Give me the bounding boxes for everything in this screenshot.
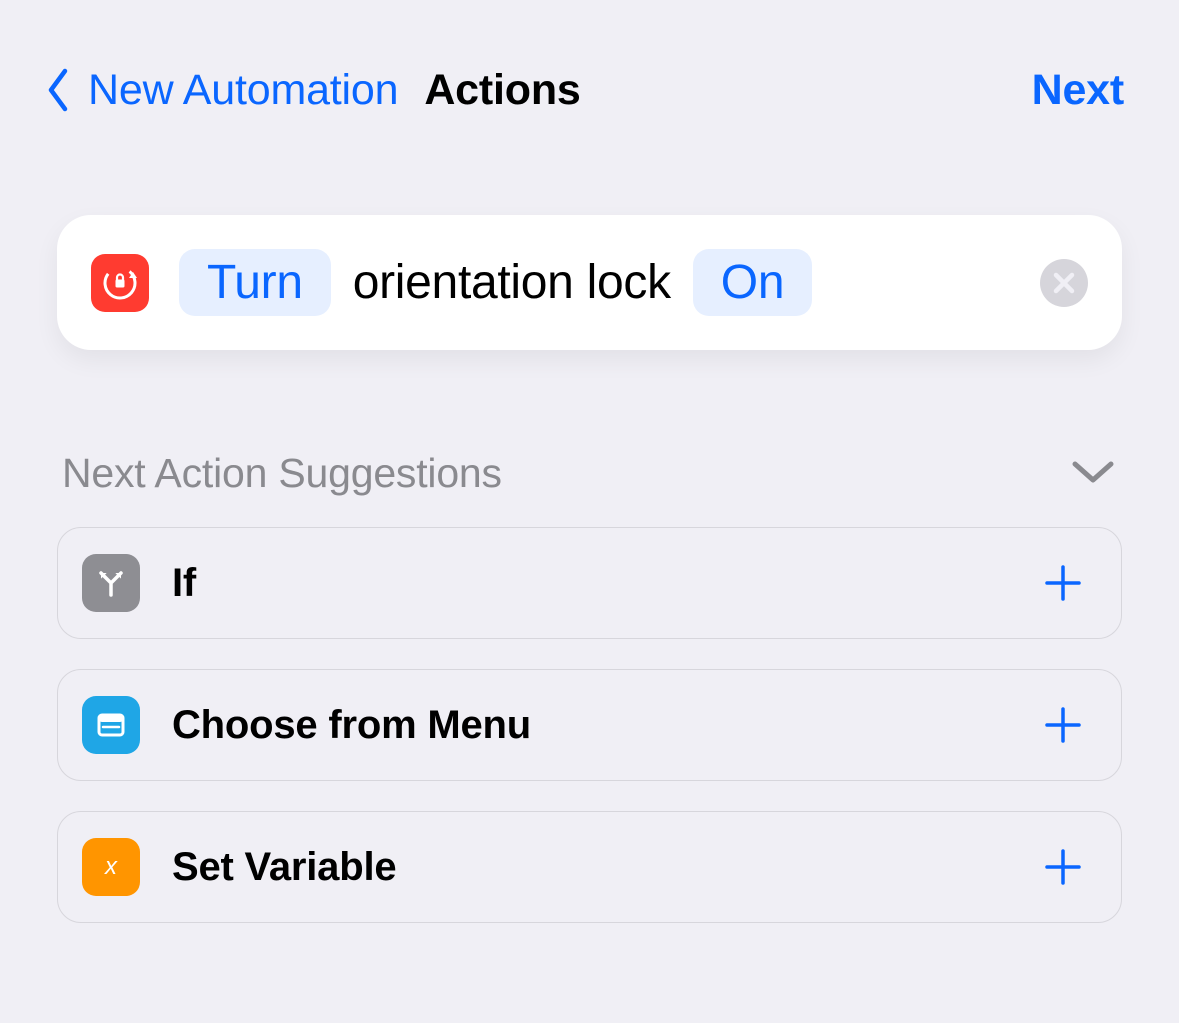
- plus-icon: [1044, 706, 1082, 744]
- navigation-bar: New Automation Actions Next: [0, 0, 1179, 130]
- content-area: Turn orientation lock On Next Action Sug…: [0, 130, 1179, 923]
- suggestion-row-choose-from-menu[interactable]: Choose from Menu: [57, 669, 1122, 781]
- back-label[interactable]: New Automation: [88, 66, 398, 115]
- orientation-lock-icon: [91, 254, 149, 312]
- chevron-left-icon: [44, 67, 72, 113]
- action-verb-pill[interactable]: Turn: [179, 249, 331, 316]
- suggestions-header[interactable]: Next Action Suggestions: [57, 450, 1122, 517]
- menu-icon: [82, 696, 140, 754]
- delete-action-button[interactable]: [1040, 259, 1088, 307]
- chevron-down-icon: [1069, 456, 1117, 486]
- add-suggestion-button[interactable]: [1039, 843, 1087, 891]
- svg-text:x: x: [104, 853, 118, 880]
- plus-icon: [1044, 848, 1082, 886]
- close-icon: [1053, 272, 1075, 294]
- suggestion-list: If Choose from Menu: [57, 527, 1122, 923]
- collapse-toggle[interactable]: [1069, 456, 1117, 491]
- suggestions-title: Next Action Suggestions: [62, 450, 502, 497]
- action-card[interactable]: Turn orientation lock On: [57, 215, 1122, 350]
- page-title: Actions: [424, 66, 580, 115]
- back-button[interactable]: [35, 63, 80, 118]
- add-suggestion-button[interactable]: [1039, 701, 1087, 749]
- suggestion-label: Set Variable: [172, 845, 1007, 890]
- suggestion-label: If: [172, 561, 1007, 606]
- branch-icon: [82, 554, 140, 612]
- action-text: Turn orientation lock On: [179, 249, 1010, 316]
- suggestion-row-if[interactable]: If: [57, 527, 1122, 639]
- nav-left-group: New Automation Actions: [35, 63, 581, 118]
- action-target-text: orientation lock: [353, 255, 671, 310]
- suggestion-row-set-variable[interactable]: x Set Variable: [57, 811, 1122, 923]
- action-state-pill[interactable]: On: [693, 249, 812, 316]
- variable-icon: x: [82, 838, 140, 896]
- plus-icon: [1044, 564, 1082, 602]
- next-button[interactable]: Next: [1032, 66, 1124, 115]
- add-suggestion-button[interactable]: [1039, 559, 1087, 607]
- suggestion-label: Choose from Menu: [172, 703, 1007, 748]
